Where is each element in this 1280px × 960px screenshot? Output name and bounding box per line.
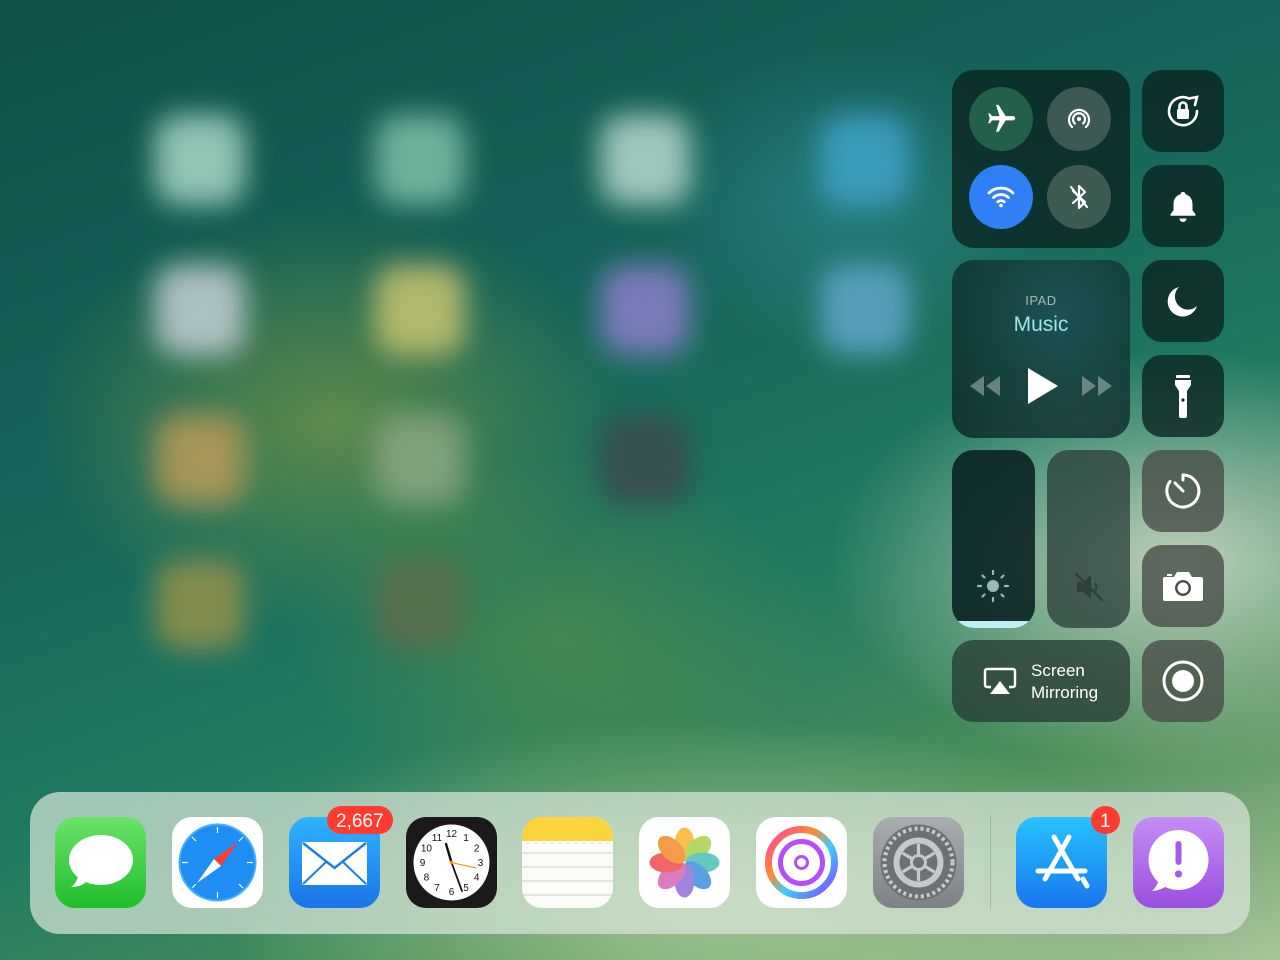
bluetooth-off-icon — [1069, 184, 1089, 210]
home-icon-blurred — [155, 265, 245, 355]
mail-badge: 2,667 — [327, 806, 393, 834]
clock-number: 7 — [434, 883, 440, 894]
photos-app[interactable] — [639, 817, 730, 908]
clock-app[interactable]: 12 1 2 3 4 5 6 7 8 9 10 11 — [406, 817, 497, 908]
fast-forward-button[interactable] — [1080, 374, 1114, 398]
brightness-fill — [952, 620, 1035, 628]
airplane-icon — [988, 104, 1016, 132]
safari-app[interactable] — [172, 817, 263, 908]
airplay-icon — [983, 667, 1017, 694]
airdrop-button[interactable] — [1047, 87, 1111, 151]
clock-icon: 12 12 3 45678 9 1011 — [413, 824, 490, 901]
screen-mirroring-label-line1: Screen — [1031, 661, 1085, 680]
dock-divider — [990, 815, 991, 909]
bluetooth-button[interactable] — [1047, 165, 1111, 229]
volume-slider[interactable] — [1047, 450, 1130, 628]
compass-icon — [178, 823, 257, 902]
clock-number: 10 — [421, 844, 433, 855]
clock-number: 11 — [432, 833, 443, 844]
timer-button[interactable] — [1142, 450, 1224, 532]
music-disc-icon — [765, 826, 838, 899]
wifi-button[interactable] — [969, 165, 1033, 229]
clock-number: 3 — [478, 858, 484, 869]
home-icon-blurred — [155, 115, 245, 205]
flashlight-icon — [1175, 375, 1191, 418]
bell-icon — [1170, 192, 1196, 222]
app-store-badge: 1 — [1091, 806, 1120, 834]
speech-bubble-icon — [69, 835, 133, 887]
rewind-button[interactable] — [968, 374, 1002, 398]
music-source-label: IPAD — [1025, 293, 1057, 308]
airdrop-icon — [1067, 108, 1091, 129]
rewind-icon — [970, 376, 1000, 396]
home-icon-blurred — [600, 115, 690, 205]
do-not-disturb-button[interactable] — [1142, 260, 1224, 342]
notes-app[interactable] — [522, 817, 613, 908]
wifi-icon — [987, 186, 1015, 208]
airplane-mode-button[interactable] — [969, 87, 1033, 151]
screen-mirroring-label-line2: Mirroring — [1031, 683, 1099, 702]
screen-recording-button[interactable] — [1142, 640, 1224, 722]
rotation-lock-icon — [1167, 95, 1199, 127]
home-icon-blurred — [375, 115, 465, 205]
brightness-sun-icon — [976, 569, 1010, 603]
clock-number: 1 — [463, 833, 469, 844]
music-memos-app[interactable] — [756, 817, 847, 908]
play-button[interactable] — [1024, 366, 1060, 406]
feedback-app[interactable] — [1133, 817, 1224, 908]
photos-flower-icon — [649, 827, 720, 898]
feedback-exclamation-icon — [1148, 830, 1209, 891]
clock-number: 9 — [420, 858, 426, 869]
camera-icon — [1163, 572, 1203, 601]
home-icon-blurred — [375, 560, 465, 650]
clock-number: 2 — [474, 844, 480, 855]
app-store-a-icon — [1035, 834, 1090, 889]
screen-mirroring-button[interactable]: Screen Mirroring — [952, 640, 1130, 722]
notepad-icon — [522, 817, 613, 896]
speaker-muted-icon — [1074, 572, 1104, 602]
app-store-app[interactable] — [1016, 817, 1107, 908]
home-icon-blurred — [155, 415, 245, 505]
home-icon-blurred — [155, 560, 245, 650]
fast-forward-icon — [1082, 376, 1112, 396]
record-icon — [1162, 660, 1204, 702]
brightness-slider[interactable] — [952, 450, 1035, 628]
clock-number: 4 — [474, 873, 480, 884]
home-icon-blurred — [820, 115, 910, 205]
music-module: IPAD Music — [952, 260, 1130, 438]
home-icon-blurred — [600, 415, 690, 505]
settings-app[interactable] — [873, 817, 964, 908]
clock-number: 12 — [446, 829, 458, 840]
flashlight-button[interactable] — [1142, 355, 1224, 437]
play-icon — [1028, 368, 1058, 404]
mute-button[interactable] — [1142, 165, 1224, 247]
timer-icon — [1165, 473, 1201, 509]
camera-button[interactable] — [1142, 545, 1224, 627]
clock-number: 5 — [463, 883, 469, 894]
clock-number: 8 — [424, 873, 430, 884]
messages-app[interactable] — [55, 817, 146, 908]
music-title[interactable]: Music — [952, 313, 1130, 337]
orientation-lock-button[interactable] — [1142, 70, 1224, 152]
home-icon-blurred — [820, 265, 910, 355]
home-icon-blurred — [375, 415, 465, 505]
clock-number: 6 — [449, 887, 455, 898]
home-icon-blurred — [375, 265, 465, 355]
gear-icon — [880, 824, 957, 901]
moon-icon — [1167, 287, 1197, 317]
home-icon-blurred — [600, 265, 690, 355]
